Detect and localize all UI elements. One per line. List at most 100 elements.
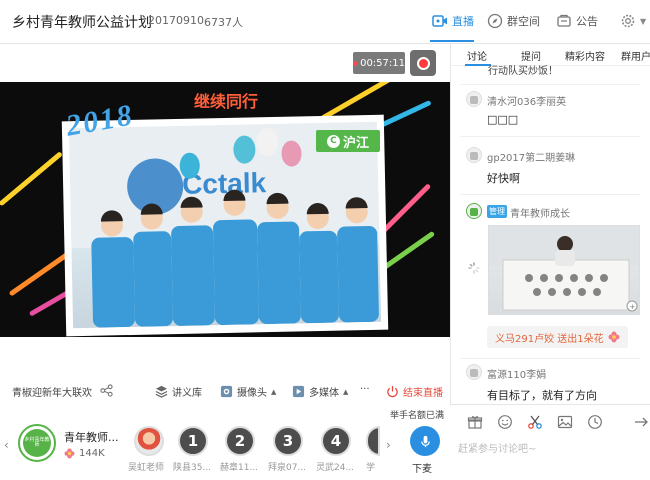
timer-text: 00:57:11 [360, 57, 405, 69]
media-button[interactable]: 多媒体 ▲ [292, 384, 348, 399]
chevron-left-icon: ‹ [4, 438, 9, 452]
seat-2[interactable]: 2 [225, 426, 255, 456]
group-flowers: 144K [64, 448, 105, 459]
tab-group-space-label: 群空间 [507, 15, 540, 28]
tab-live[interactable]: 直播 [432, 13, 474, 29]
seat-4[interactable]: 4 [321, 426, 351, 456]
layers-icon [155, 385, 168, 398]
message-author: 清水河036李丽英 [487, 97, 567, 108]
mic-off-label: 下麦 [412, 464, 432, 475]
course-title-text: 青椒迎新年大联欢 [12, 388, 92, 399]
seat-3[interactable]: 3 [273, 426, 303, 456]
header: 乡村青年教师公益计划 20170910 6737人 直播 群空间 公告 ▼ [0, 0, 650, 44]
message-author: 富源110李娟 [487, 370, 547, 381]
brand-logo-text: 沪江 [342, 135, 369, 151]
shared-image-illustration: + [489, 226, 639, 312]
record-button[interactable] [410, 50, 436, 76]
image-icon[interactable] [557, 414, 573, 430]
share-icon [100, 384, 113, 397]
camera-icon [220, 385, 233, 398]
loading-spinner-icon [468, 262, 480, 274]
chevron-down-icon: ▼ [640, 16, 647, 26]
seat-number: 2 [234, 432, 246, 450]
scroll-left-button[interactable]: ‹ [4, 438, 9, 452]
microphone-icon [420, 435, 430, 447]
emoji-icon[interactable] [497, 414, 513, 430]
page-title: 乡村青年教师公益计划 [12, 15, 152, 31]
seat-1[interactable]: 1 [178, 426, 208, 456]
live-date: 20170910 [148, 14, 204, 27]
end-live-label: 结束直播 [403, 388, 443, 399]
media-label: 多媒体 [309, 388, 339, 399]
gift-icon[interactable] [467, 414, 483, 430]
group-name: 青年教师... [64, 431, 119, 444]
flower-count: 144K [79, 448, 105, 459]
admin-badge: 管理 [487, 205, 507, 218]
avatar[interactable] [466, 147, 482, 163]
video-caption: 继续同行 [194, 92, 259, 111]
tab-questions[interactable]: 提问 [521, 48, 541, 63]
avatar[interactable] [466, 203, 482, 219]
flower-icon [64, 448, 75, 459]
group-photo: Cctalk [68, 121, 382, 329]
seat-label: 拜泉07... [268, 463, 307, 473]
scissors-icon[interactable] [527, 414, 543, 430]
live-toolbar: 青椒迎新年大联欢 讲义库 摄像头 ▲ 多媒体 ▲ ··· 结束直播 [0, 380, 450, 404]
arrow-right-icon[interactable] [634, 414, 650, 430]
more-button[interactable]: ··· [360, 384, 370, 395]
seat-label: 赫章11... [220, 463, 259, 473]
shared-image[interactable]: + [488, 225, 640, 315]
divider [460, 136, 640, 137]
settings-button[interactable]: ▼ [620, 13, 646, 29]
lecture-library-label: 讲义库 [172, 388, 202, 399]
divider [460, 84, 640, 85]
avatar[interactable] [466, 91, 482, 107]
mic-off-button[interactable] [410, 426, 440, 456]
camera-label: 摄像头 [237, 388, 267, 399]
message-author: 青年教师成长 [510, 209, 570, 220]
scroll-right-button[interactable]: › [386, 438, 391, 452]
chevron-right-icon: › [386, 438, 391, 452]
avatar[interactable] [466, 364, 482, 380]
brand-logo: C 沪江 [316, 130, 380, 152]
seat-label: 灵武24... [316, 463, 355, 473]
message-text: 有目标了，就有了方向 [487, 389, 597, 402]
chat-input[interactable]: 赶紧参与讨论吧~ [458, 440, 536, 455]
decor-streak [0, 151, 63, 207]
tab-group-users[interactable]: 群用户 [621, 48, 650, 63]
tab-discussion[interactable]: 讨论 [467, 48, 487, 63]
divider [460, 194, 640, 195]
brand-logo-icon: C [326, 134, 340, 148]
share-button[interactable] [100, 384, 113, 397]
svg-text:+: + [630, 303, 636, 311]
lecture-library-button[interactable]: 讲义库 [155, 384, 202, 399]
camera-button[interactable]: 摄像头 ▲ [220, 384, 276, 399]
tab-notice[interactable]: 公告 [556, 13, 598, 29]
tab-group-space[interactable]: 群空间 [487, 13, 540, 29]
video-stream: 继续同行 Cctalk 2018 C 沪江 [0, 82, 450, 337]
caret-up-icon: ▲ [271, 387, 277, 396]
message-partial: 行动队买炒饭！ [488, 66, 558, 77]
media-icon [292, 385, 305, 398]
tab-highlights[interactable]: 精彩内容 [565, 48, 605, 63]
gift-text: 义马291卢姣 送出1朵花 [495, 333, 604, 345]
notice-icon [557, 14, 571, 27]
live-icon [432, 15, 447, 27]
seat-label: 学 [366, 463, 376, 473]
divider [460, 358, 640, 359]
seat-number: 3 [282, 432, 294, 450]
seat-label: 陕县35... [173, 463, 212, 473]
power-icon [387, 385, 398, 398]
compass-icon [487, 13, 503, 29]
decor-streak [378, 183, 432, 237]
gift-notification: 义马291卢姣 送出1朵花 [487, 326, 628, 348]
group-logo[interactable]: 乡村青年教师 [18, 424, 56, 462]
caret-up-icon: ▲ [343, 387, 349, 396]
clock-icon[interactable] [587, 414, 603, 430]
seat-host[interactable] [134, 426, 164, 456]
viewer-count: 6737人 [204, 16, 243, 29]
end-live-button[interactable]: 结束直播 [386, 384, 443, 399]
more-icon: ··· [360, 384, 370, 395]
tab-notice-label: 公告 [576, 15, 598, 28]
gear-icon [621, 14, 635, 28]
